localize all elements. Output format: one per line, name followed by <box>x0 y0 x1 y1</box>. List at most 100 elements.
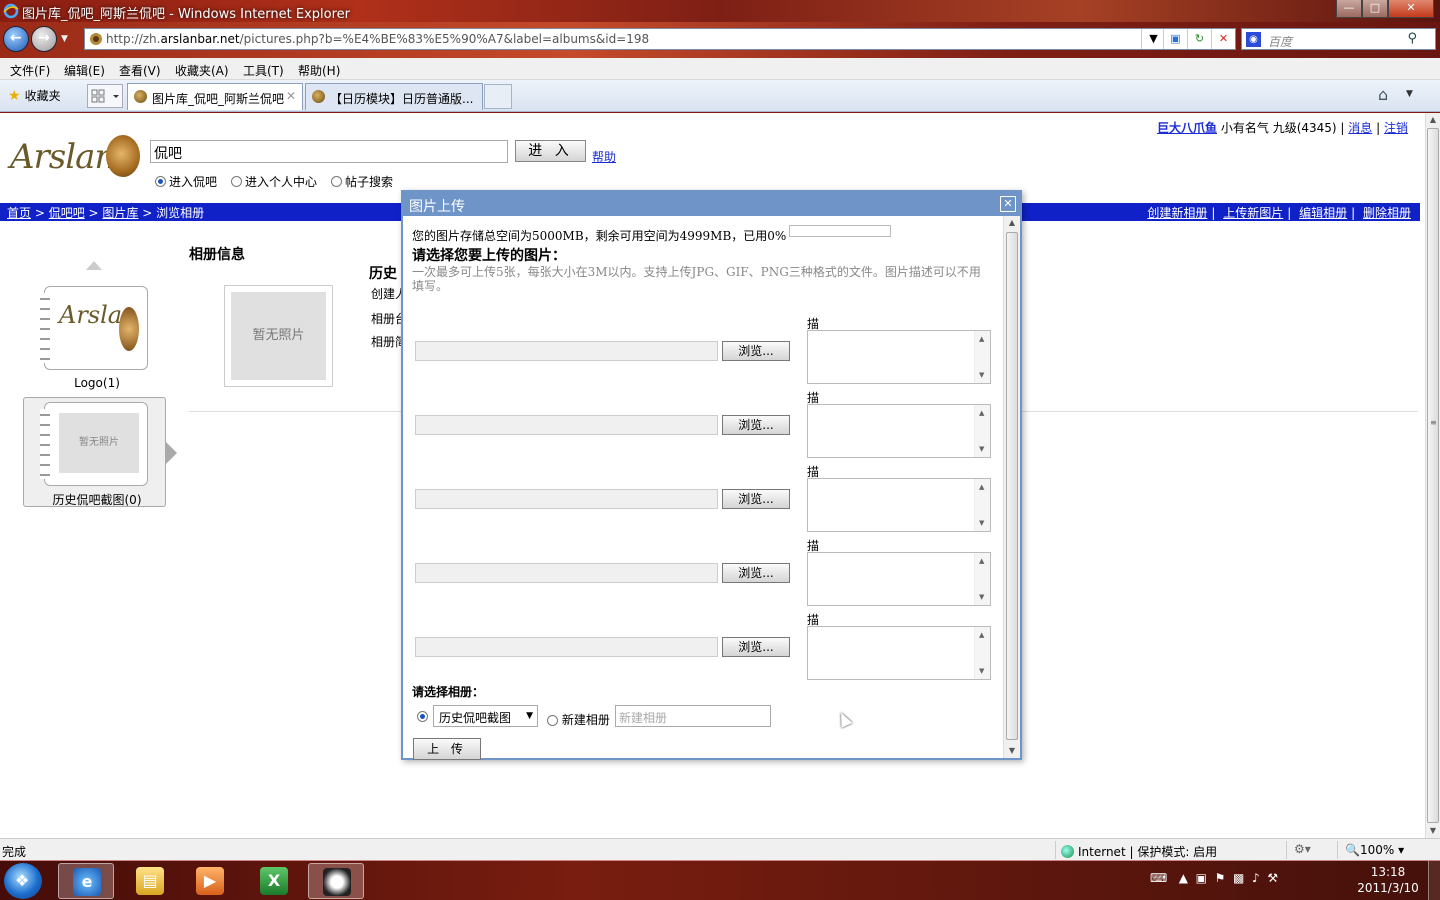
scroll-thumb[interactable] <box>1427 128 1439 823</box>
forward-button[interactable]: → <box>31 26 57 52</box>
start-button[interactable]: ❖ <box>4 863 42 899</box>
album-logo[interactable]: Arslan <box>40 286 148 370</box>
back-button[interactable]: ← <box>3 26 29 52</box>
browse-button-2[interactable]: 浏览... <box>722 415 790 435</box>
browse-button-4[interactable]: 浏览... <box>722 563 790 583</box>
search-box[interactable]: ◉ 百度 ⚲ <box>1241 28 1436 50</box>
tab-pictures[interactable]: 图片库_侃吧_阿斯兰侃吧 ✕ <box>127 83 303 110</box>
radio-enter-bar[interactable]: 进入侃吧 <box>155 173 217 190</box>
album-logo-caption[interactable]: Logo(1) <box>32 376 162 390</box>
minimize-button[interactable]: — <box>1336 0 1362 18</box>
dialog-scroll-down-icon[interactable]: ▼ <box>1004 744 1020 758</box>
maximize-button[interactable]: □ <box>1362 0 1388 18</box>
username-link[interactable]: 巨大八爪鱼 <box>1157 121 1217 135</box>
desc-textarea-2[interactable]: ▲ ▼ <box>807 404 991 458</box>
desc-textarea-1[interactable]: ▲ ▼ <box>807 330 991 384</box>
help-link[interactable]: 帮助 <box>592 148 616 165</box>
new-tab-button[interactable] <box>484 84 512 109</box>
menu-favorites[interactable]: 收藏夹(A) <box>175 62 229 79</box>
selection-pointer <box>166 442 177 464</box>
scroll-down-icon[interactable]: ▼ <box>1426 824 1440 838</box>
desc-textarea-3[interactable]: ▲ ▼ <box>807 478 991 532</box>
close-window-button[interactable]: ✕ <box>1388 0 1434 18</box>
tray-tool-icon[interactable]: ⚒ <box>1267 871 1278 885</box>
browse-button-1[interactable]: 浏览... <box>722 341 790 361</box>
edit-album-link[interactable]: 编辑相册 <box>1299 206 1347 220</box>
keyboard-icon[interactable]: ⌨ <box>1150 871 1167 885</box>
home-icon[interactable]: ⌂ <box>1378 85 1388 104</box>
show-desktop-button[interactable] <box>1428 861 1440 900</box>
volume-icon[interactable]: ♪ <box>1252 871 1260 885</box>
messages-link[interactable]: 消息 <box>1348 121 1372 135</box>
tray-flag-icon[interactable]: ⚑ <box>1215 871 1226 885</box>
menu-edit[interactable]: 编辑(E) <box>64 62 105 79</box>
page-scrollbar[interactable]: ▲ ≡ ▼ <box>1425 113 1440 838</box>
taskbar-media-player[interactable]: ▶ <box>182 863 238 899</box>
breadcrumb-gallery[interactable]: 图片库 <box>102 206 138 220</box>
address-url[interactable]: http://zh.arslanbar.net/pictures.php?b=%… <box>106 32 649 46</box>
delete-album-link[interactable]: 删除相册 <box>1363 206 1411 220</box>
file-input-2[interactable] <box>415 415 718 435</box>
album-select[interactable]: 历史侃吧截图 ▼ <box>433 705 538 727</box>
scroll-up-icon[interactable]: ▲ <box>1426 113 1440 127</box>
dialog-scrollbar[interactable]: ▲ ▼ <box>1003 216 1020 758</box>
desc-textarea-4[interactable]: ▲ ▼ <box>807 552 991 606</box>
album-history[interactable]: 暂无照片 <box>40 402 148 486</box>
new-album-name-input[interactable]: 新建相册 <box>615 705 771 727</box>
file-input-4[interactable] <box>415 563 718 583</box>
popup-blocker-icon[interactable]: ⚙▾ <box>1294 842 1311 856</box>
zoom-level[interactable]: 🔍100% ▾ <box>1345 843 1404 857</box>
enter-button[interactable]: 进 入 <box>515 140 586 162</box>
scroll-up-arrow-icon[interactable] <box>86 261 102 270</box>
existing-album-radio[interactable] <box>417 711 428 722</box>
stop-icon[interactable]: ✕ <box>1211 29 1235 49</box>
upload-picture-link[interactable]: 上传新图片 <box>1223 206 1283 220</box>
history-dropdown-icon[interactable]: ▼ <box>61 34 68 44</box>
tray-expand-icon[interactable]: ▲ <box>1179 871 1188 885</box>
browse-button-5[interactable]: 浏览... <box>722 637 790 657</box>
tab-calendar[interactable]: 【日历模块】日历普通版... <box>305 83 483 110</box>
dialog-scroll-thumb[interactable] <box>1006 232 1018 740</box>
taskbar-excel[interactable]: X <box>246 863 302 899</box>
site-search-input[interactable]: 侃吧 <box>150 140 508 163</box>
menu-help[interactable]: 帮助(H) <box>298 62 340 79</box>
tray-app-icon[interactable]: ▣ <box>1196 871 1207 885</box>
album-history-caption[interactable]: 历史侃吧截图(0) <box>32 491 162 508</box>
taskbar-ie[interactable]: e <box>58 863 114 899</box>
taskbar-explorer[interactable]: ▤ <box>122 863 178 899</box>
menu-tools[interactable]: 工具(T) <box>243 62 284 79</box>
menu-file[interactable]: 文件(F) <box>10 62 50 79</box>
menu-view[interactable]: 查看(V) <box>119 62 161 79</box>
breadcrumb-bar[interactable]: 侃吧吧 <box>49 206 85 220</box>
site-logo[interactable]: Arslan <box>10 133 142 181</box>
browse-button-3[interactable]: 浏览... <box>722 489 790 509</box>
security-zone[interactable]: Internet | 保护模式: 启用 <box>1061 843 1217 860</box>
upload-button[interactable]: 上 传 <box>413 738 481 760</box>
select-dropdown-icon: ▼ <box>526 711 533 721</box>
logout-link[interactable]: 注销 <box>1384 121 1408 135</box>
file-input-5[interactable] <box>415 637 718 657</box>
refresh-icon[interactable]: ↻ <box>1187 29 1211 49</box>
desc-textarea-5[interactable]: ▲ ▼ <box>807 626 991 680</box>
address-bar[interactable]: http://zh.arslanbar.net/pictures.php?b=%… <box>84 28 1236 50</box>
home-dropdown-icon[interactable]: ▼ <box>1406 89 1413 99</box>
new-album-radio[interactable]: 新建相册 <box>547 711 610 728</box>
quick-tabs-button[interactable] <box>87 84 123 108</box>
file-input-1[interactable] <box>415 341 718 361</box>
close-tab-icon[interactable]: ✕ <box>286 89 296 103</box>
network-icon[interactable]: ▩ <box>1233 871 1244 885</box>
taskbar-clock[interactable]: 13:18 2011/3/10 <box>1357 864 1419 896</box>
dialog-close-icon[interactable]: ✕ <box>1000 196 1016 212</box>
file-input-3[interactable] <box>415 489 718 509</box>
address-dropdown-icon[interactable]: ▼ <box>1141 29 1165 49</box>
breadcrumb-home[interactable]: 首页 <box>7 206 31 220</box>
taskbar-qq[interactable] <box>308 863 364 899</box>
search-icon[interactable]: ⚲ <box>1407 31 1417 46</box>
favorites-button[interactable]: ★ 收藏夹 <box>8 87 61 104</box>
compatibility-view-icon[interactable]: ▣ <box>1163 29 1187 49</box>
create-album-link[interactable]: 创建新相册 <box>1147 206 1207 220</box>
dialog-scroll-up-icon[interactable]: ▲ <box>1004 216 1020 230</box>
radio-personal-center[interactable]: 进入个人中心 <box>231 173 317 190</box>
radio-post-search[interactable]: 帖子搜索 <box>331 173 393 190</box>
lion-logo-icon <box>106 135 140 177</box>
